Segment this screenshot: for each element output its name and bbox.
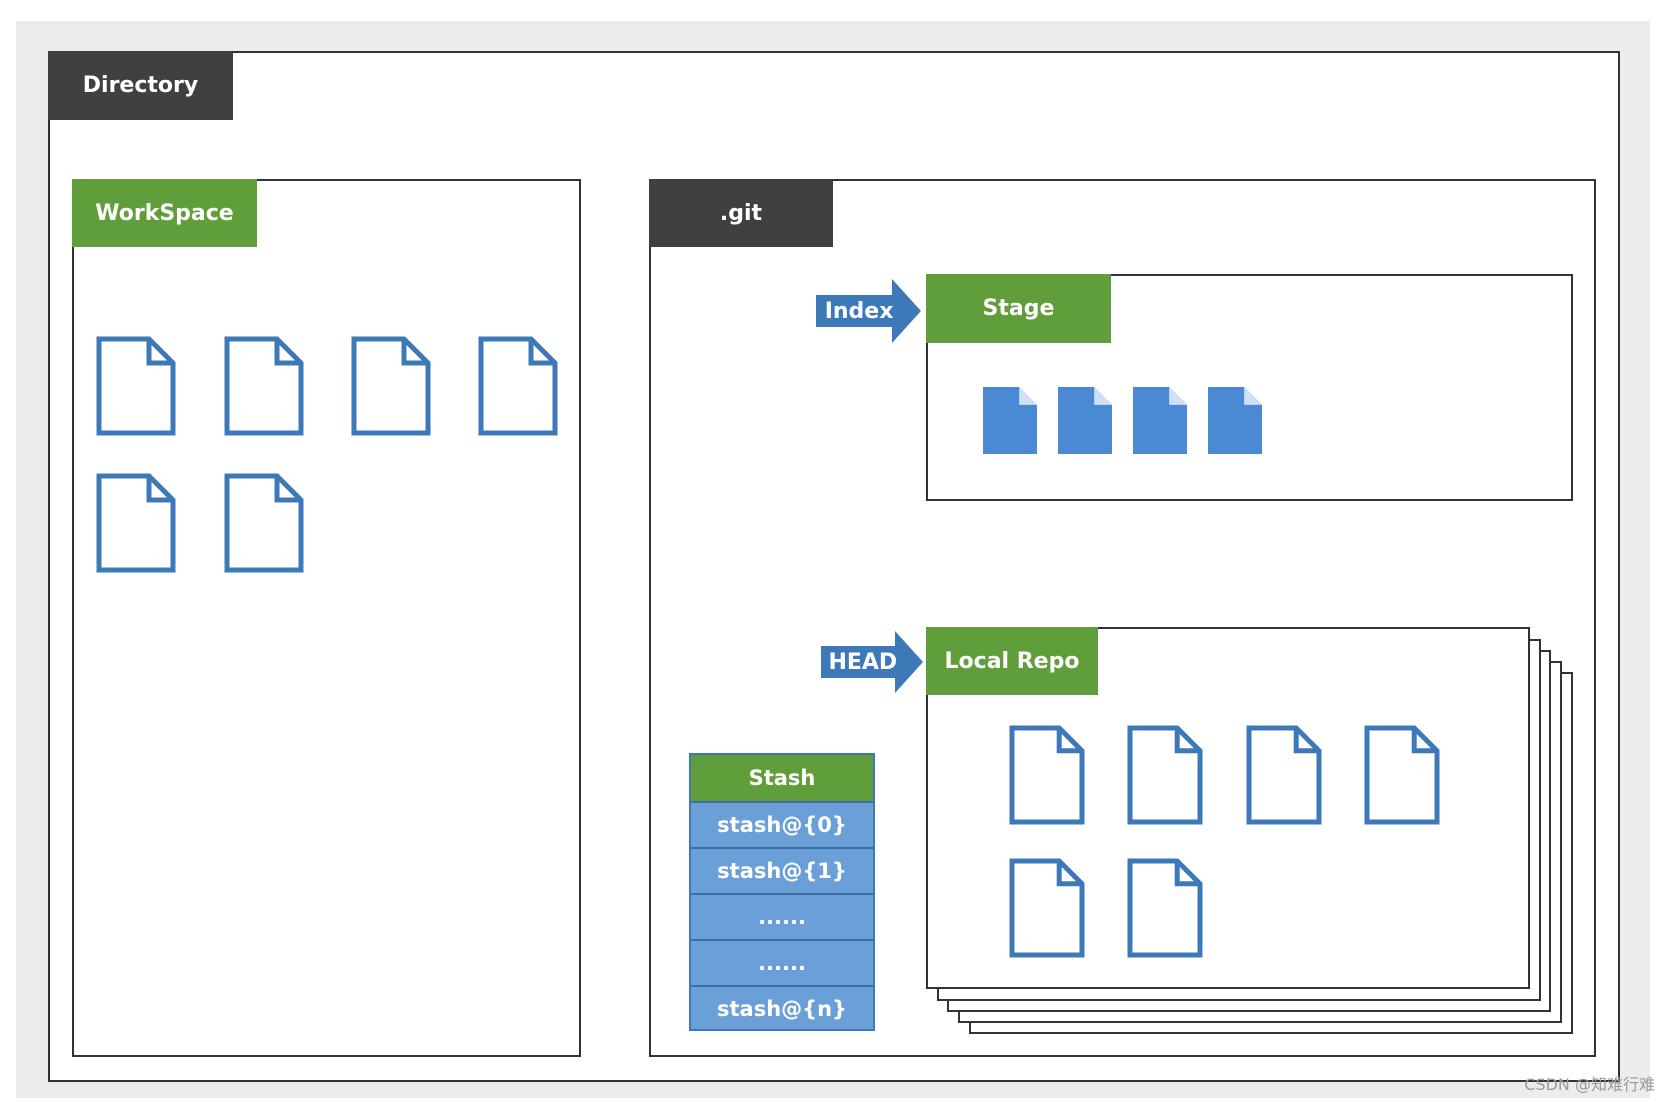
index-arrow: Index [816, 279, 921, 343]
document-icon [224, 473, 304, 573]
stash-item: ...... [691, 939, 873, 985]
document-icon [1364, 725, 1440, 825]
stash-item: stash@{1} [691, 847, 873, 893]
document-filled-icon [1058, 387, 1112, 454]
document-icon [351, 336, 431, 436]
document-icon [1127, 725, 1203, 825]
stash-list: Stash stash@{0} stash@{1} ...... ...... … [689, 753, 875, 1031]
watermark: CSDN @知难行难 [1524, 1075, 1655, 1094]
index-label: Index [824, 298, 894, 324]
document-icon [224, 336, 304, 436]
document-filled-icon [1208, 387, 1262, 454]
document-icon [478, 336, 558, 436]
directory-label: Directory [48, 51, 233, 120]
stash-item: ...... [691, 893, 873, 939]
document-icon [1127, 858, 1203, 958]
git-areas-diagram: Directory WorkSpace .git Stage Index Loc… [0, 0, 1673, 1103]
stash-title: Stash [691, 755, 873, 801]
document-filled-icon [983, 387, 1037, 454]
git-label: .git [649, 179, 833, 247]
document-icon [96, 336, 176, 436]
local-repo-label: Local Repo [926, 627, 1098, 695]
document-icon [1246, 725, 1322, 825]
stash-item: stash@{n} [691, 985, 873, 1031]
head-arrow: HEAD [821, 631, 923, 693]
document-icon [1009, 725, 1085, 825]
stash-item: stash@{0} [691, 801, 873, 847]
document-icon [1009, 858, 1085, 958]
document-filled-icon [1133, 387, 1187, 454]
workspace-box [72, 179, 581, 1057]
workspace-label: WorkSpace [72, 179, 257, 247]
stage-label: Stage [926, 274, 1111, 343]
document-icon [96, 473, 176, 573]
head-label: HEAD [828, 649, 898, 675]
